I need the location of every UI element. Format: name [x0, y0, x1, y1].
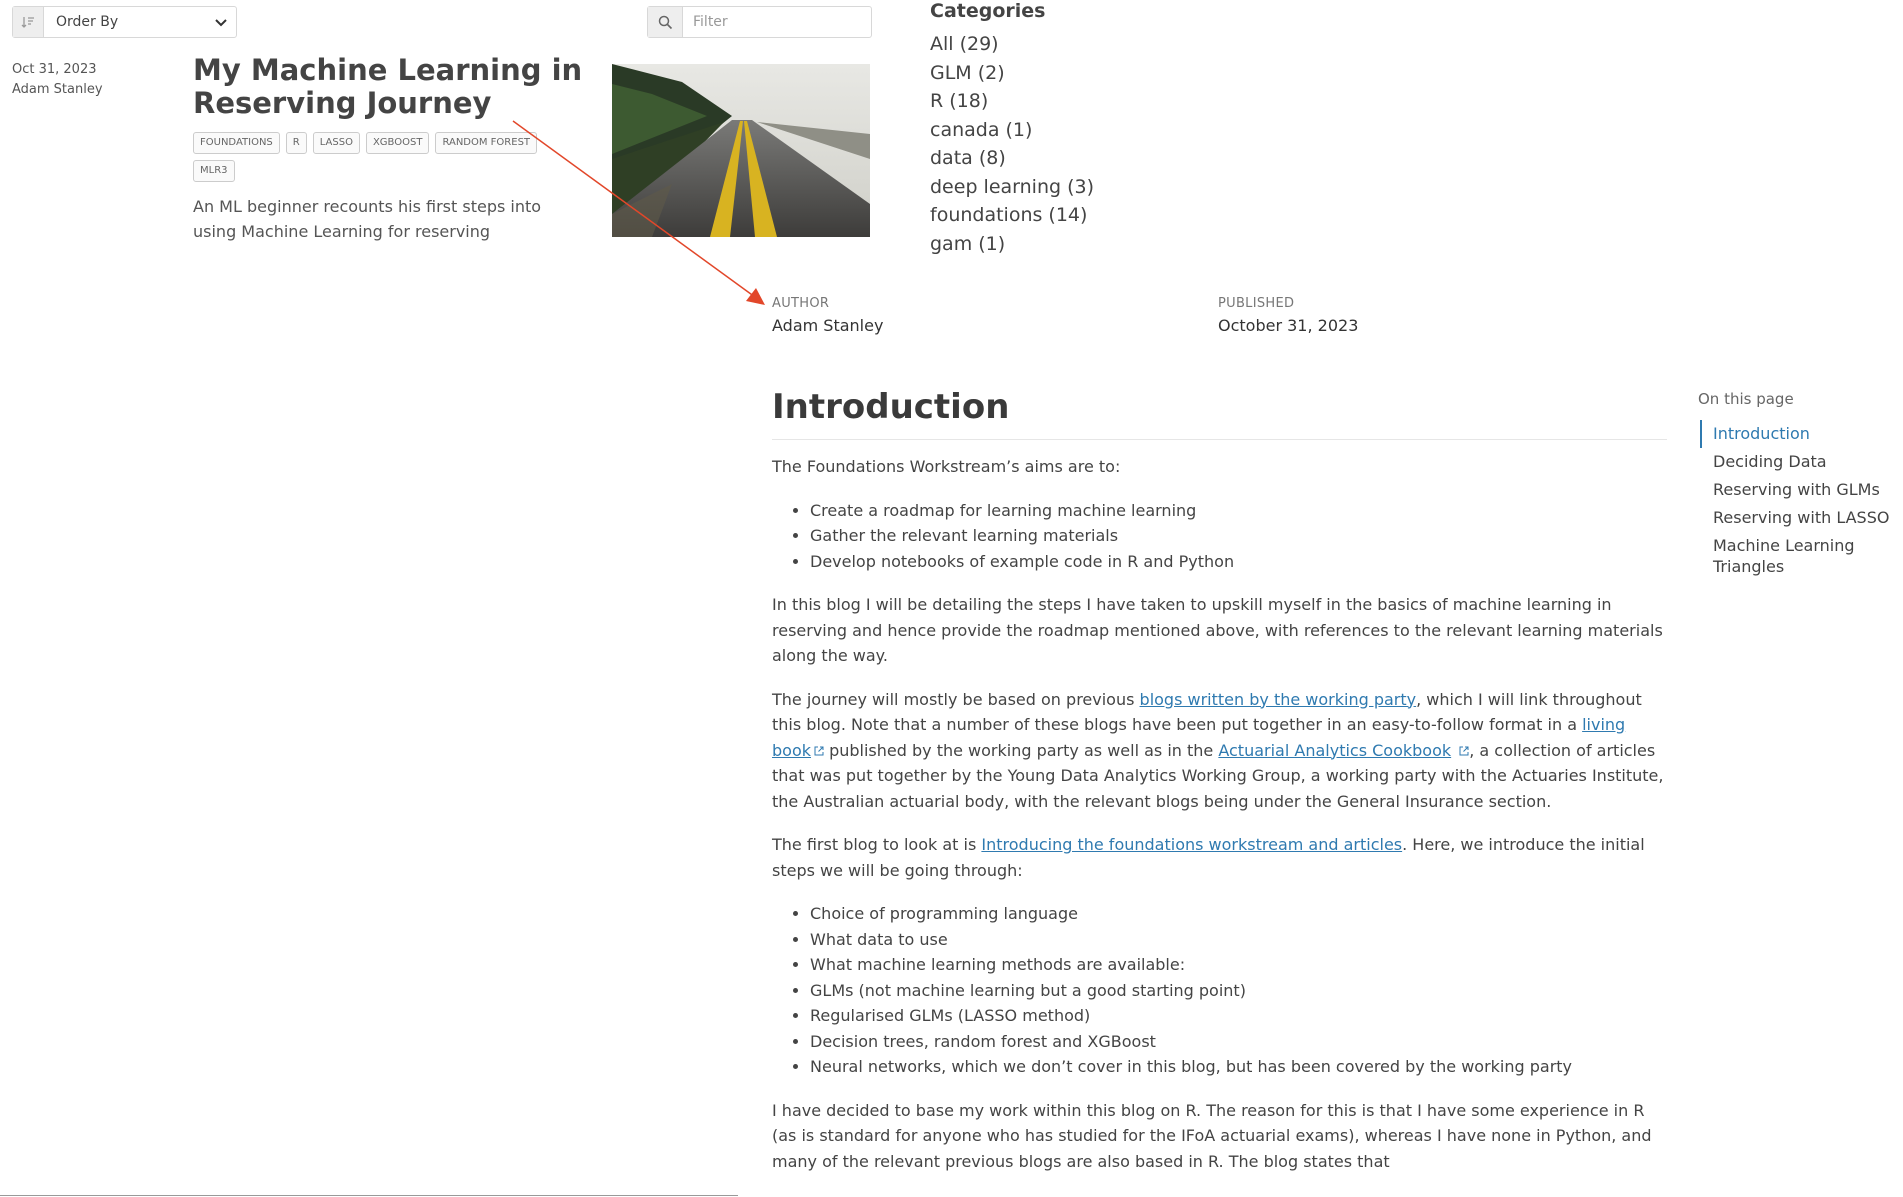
- order-by-select[interactable]: Order By: [12, 6, 237, 38]
- toc-item-machine-learning-triangles[interactable]: Machine Learning Triangles: [1700, 532, 1900, 581]
- category-gam[interactable]: gam (1): [930, 230, 1094, 259]
- list-item: Decision trees, random forest and XGBoos…: [810, 1029, 1667, 1055]
- list-item: Choice of programming language: [810, 901, 1667, 927]
- tag-lasso[interactable]: LASSO: [312, 132, 360, 154]
- filter-input[interactable]: [691, 13, 865, 31]
- list-item: GLMs (not machine learning but a good st…: [810, 978, 1667, 1004]
- published-label: PUBLISHED: [1218, 296, 1295, 311]
- chevron-down-icon[interactable]: [206, 13, 236, 32]
- list-item: Regularised GLMs (LASSO method): [810, 1003, 1667, 1029]
- external-link-icon: [814, 746, 824, 755]
- order-by-label: Order By: [56, 14, 119, 30]
- post-title[interactable]: My Machine Learning in Reserving Journey: [193, 54, 593, 120]
- aims-list: Create a roadmap for learning machine le…: [772, 498, 1667, 575]
- tag-mlr3[interactable]: MLR3: [193, 160, 235, 182]
- tag-random-forest[interactable]: RANDOM FOREST: [435, 132, 538, 154]
- paragraph-first-blog: The first blog to look at is Introducing…: [772, 832, 1667, 883]
- tag-foundations[interactable]: FOUNDATIONS: [193, 132, 280, 154]
- list-item: Gather the relevant learning materials: [810, 523, 1667, 549]
- section-heading-introduction: Introduction: [772, 385, 1667, 440]
- paragraph-language-choice: I have decided to base my work within th…: [772, 1100, 1652, 1171]
- divider: [0, 1195, 738, 1196]
- list-item: Neural networks, which we don’t cover in…: [810, 1054, 1667, 1080]
- paragraph-journey: The journey will mostly be based on prev…: [772, 687, 1667, 815]
- post-date: Oct 31, 2023: [12, 62, 97, 77]
- paragraph-aims-intro: The Foundations Workstream’s aims are to…: [772, 457, 1121, 476]
- post-meta: Oct 31, 2023 Adam Stanley: [12, 60, 103, 100]
- tag-xgboost[interactable]: XGBOOST: [365, 132, 430, 154]
- published-date: October 31, 2023: [1218, 316, 1359, 335]
- category-all[interactable]: All (29): [930, 30, 1094, 59]
- toc-item-reserving-with-glms[interactable]: Reserving with GLMs: [1700, 476, 1900, 504]
- article-body: Introduction The Foundations Workstream’…: [772, 385, 1667, 1192]
- toc-item-deciding-data[interactable]: Deciding Data: [1700, 448, 1900, 476]
- category-canada[interactable]: canada (1): [930, 116, 1094, 145]
- tag-r[interactable]: R: [285, 132, 307, 154]
- category-data[interactable]: data (8): [930, 144, 1094, 173]
- link-introducing-foundations[interactable]: Introducing the foundations workstream a…: [981, 835, 1402, 854]
- steps-list: Choice of programming language What data…: [772, 901, 1667, 1080]
- list-item: What machine learning methods are availa…: [810, 952, 1667, 978]
- post-author: Adam Stanley: [12, 82, 103, 97]
- table-of-contents: Introduction Deciding Data Reserving wit…: [1700, 420, 1900, 581]
- filter-box[interactable]: [647, 6, 872, 38]
- toc-title: On this page: [1698, 390, 1794, 408]
- text-run: The journey will mostly be based on prev…: [772, 689, 1140, 709]
- toc-item-reserving-with-lasso[interactable]: Reserving with LASSO: [1700, 504, 1900, 532]
- list-item: Create a roadmap for learning machine le…: [810, 498, 1667, 524]
- text-run: published by the working party as well a…: [824, 740, 1219, 760]
- post-thumbnail-road-image[interactable]: [612, 64, 870, 237]
- link-actuarial-analytics-cookbook[interactable]: Actuarial Analytics Cookbook: [1218, 741, 1451, 760]
- toc-item-introduction[interactable]: Introduction: [1700, 420, 1900, 448]
- post-description: An ML beginner recounts his first steps …: [193, 197, 542, 241]
- category-foundations[interactable]: foundations (14): [930, 201, 1094, 230]
- list-item: Develop notebooks of example code in R a…: [810, 549, 1667, 575]
- category-r[interactable]: R (18): [930, 87, 1094, 116]
- sort-icon: [13, 7, 44, 37]
- categories-heading: Categories: [930, 0, 1046, 22]
- author-name: Adam Stanley: [772, 316, 884, 335]
- list-item: What data to use: [810, 927, 1667, 953]
- categories-list: All (29) GLM (2) R (18) canada (1) data …: [930, 30, 1094, 258]
- external-link-icon: [1459, 746, 1469, 755]
- paragraph-blog-purpose: In this blog I will be detailing the ste…: [772, 595, 1663, 665]
- category-glm[interactable]: GLM (2): [930, 59, 1094, 88]
- author-label: AUTHOR: [772, 296, 830, 311]
- category-deep-learning[interactable]: deep learning (3): [930, 173, 1094, 202]
- text-run: The first blog to look at is: [772, 835, 982, 854]
- post-tags: FOUNDATIONS R LASSO XGBOOST RANDOM FORES…: [193, 132, 573, 182]
- search-icon: [648, 7, 683, 37]
- link-working-party-blogs[interactable]: blogs written by the working party: [1140, 690, 1417, 709]
